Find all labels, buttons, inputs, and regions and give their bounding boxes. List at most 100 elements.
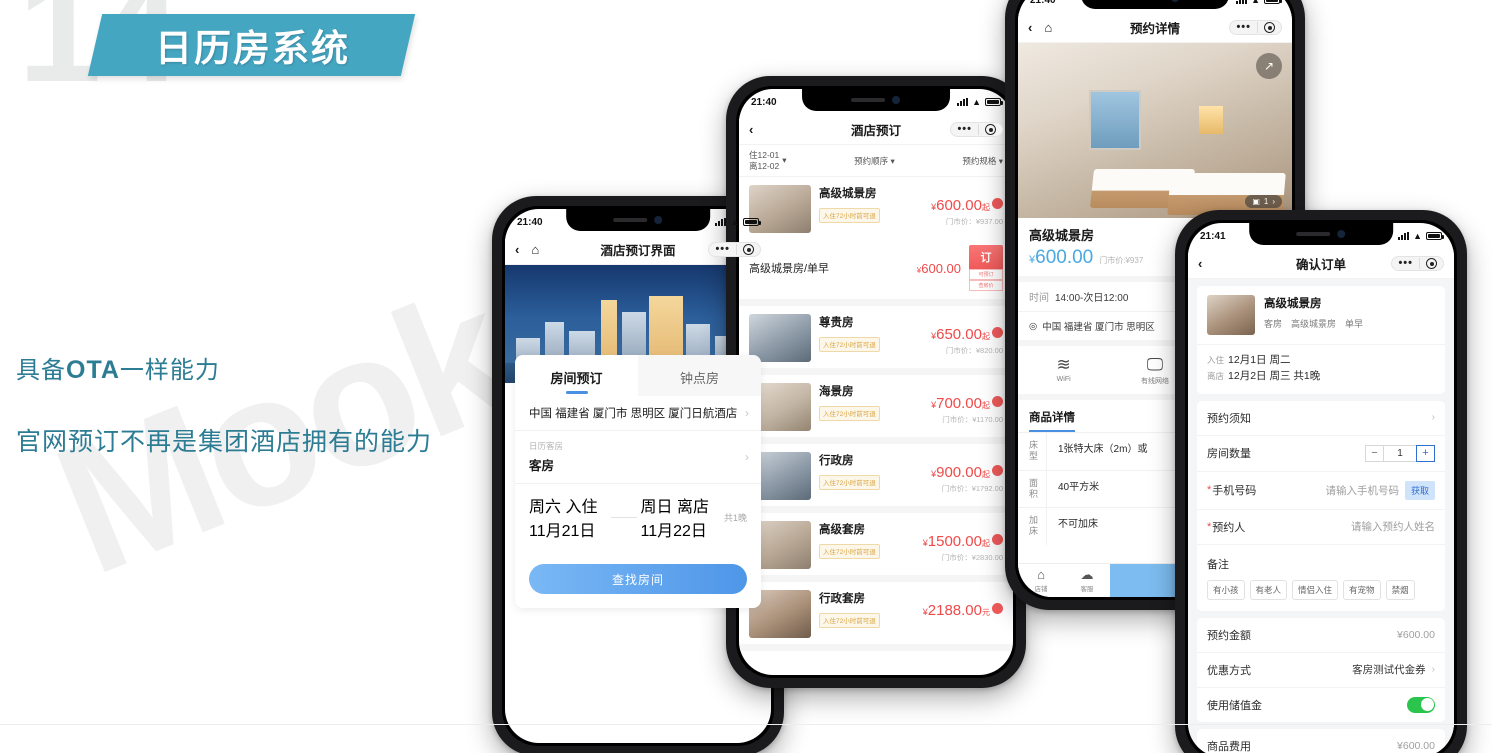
location-row[interactable]: 中国 福建省 厦门市 思明区 厦门日航酒店 › — [515, 396, 761, 430]
discount-value: 客房测试代金券 — [1352, 664, 1426, 677]
tab-product-detail[interactable]: 商品详情 — [1029, 409, 1075, 432]
mini-program-capsule[interactable]: ••• — [1391, 256, 1444, 271]
copy-line-2: 官网预订不再是集团酒店拥有的能力 — [16, 428, 433, 456]
decrement-button[interactable]: − — [1365, 444, 1384, 462]
expand-dot-icon[interactable] — [992, 396, 1003, 408]
roomtype-row[interactable]: 日历客房 客房 › — [515, 430, 761, 483]
discount-row[interactable]: 优惠方式 客房测试代金券 › — [1197, 653, 1445, 688]
more-icon[interactable]: ••• — [1398, 258, 1413, 269]
phone-number-input[interactable]: 请输入手机号码 — [1325, 483, 1399, 498]
expand-dot-icon[interactable] — [992, 327, 1003, 339]
remark-chip-couple[interactable]: 情侣入住 — [1292, 579, 1339, 600]
phone-room-list-screen: 21:40 ▲ ‹ 酒店预订 ••• 住12-01 离12-02 ▾ 预约顺序 … — [726, 76, 1026, 688]
share-icon[interactable]: ↗ — [1256, 53, 1282, 79]
room-tag: 高级城景房 — [1291, 319, 1337, 329]
shop-button[interactable]: ⌂ 店铺 — [1018, 568, 1064, 593]
price-unit: 起 — [982, 332, 990, 342]
room-photo[interactable]: ↗ ▣ 1 › — [1018, 43, 1292, 218]
dates-row[interactable]: 周六 入住 11月21日 周日 离店 11月22日 共1晚 — [515, 483, 761, 550]
book-button-note-1: 可预订 — [969, 269, 1003, 281]
filter-checkin: 住12-01 — [749, 150, 780, 160]
chevron-down-icon: ▾ — [890, 155, 895, 166]
service-icon: ☁ — [1080, 567, 1094, 582]
room-price-block: ¥700.00起 门市价：¥1170.00 — [931, 383, 1003, 431]
shop-icon: ⌂ — [1037, 567, 1045, 582]
list-item[interactable]: 高级套房 入住72小时前可退 ¥1500.00起 门市价：¥2830.00 — [739, 513, 1013, 575]
expand-dot-icon[interactable] — [992, 198, 1003, 210]
copy-line-1-ota: OTA — [66, 356, 120, 384]
roomtype-value: 客房 — [529, 459, 555, 473]
market-price: 门市价：¥1792.00 — [941, 484, 1003, 494]
booking-notice-row[interactable]: 预约须知 › — [1197, 401, 1445, 436]
filter-bar: 住12-01 离12-02 ▾ 预约顺序 ▾ 预约规格 ▾ — [739, 145, 1013, 178]
more-icon[interactable]: ••• — [1236, 22, 1251, 33]
back-icon[interactable]: ‹ — [1198, 256, 1202, 271]
filter-spec-label: 预约规格 — [962, 155, 997, 166]
phone-required-mark: * — [1207, 484, 1212, 497]
speaker — [1296, 232, 1331, 236]
expand-dot-icon[interactable] — [992, 465, 1003, 477]
remark-chip-child[interactable]: 有小孩 — [1207, 579, 1245, 600]
order-room-header[interactable]: 高级城景房 客房 高级城景房 单早 — [1197, 286, 1445, 344]
remark-row: 备注 — [1197, 545, 1445, 578]
expand-dot-icon[interactable] — [992, 534, 1003, 546]
mini-program-capsule[interactable]: ••• — [1229, 20, 1282, 35]
mini-program-capsule[interactable]: ••• — [950, 122, 1003, 137]
list-item[interactable]: 尊贵房 入住72小时前可退 ¥650.00起 门市价：¥820.00 — [739, 306, 1013, 368]
nav-right: ••• — [1229, 20, 1282, 35]
tab-room-booking[interactable]: 房间预订 — [515, 355, 638, 396]
list-item[interactable]: 行政房 入住72小时前可退 ¥900.00起 门市价：¥1792.00 — [739, 444, 1013, 506]
more-icon[interactable]: ••• — [957, 124, 972, 135]
close-target-icon[interactable] — [1264, 22, 1275, 33]
book-button-note-2: 查房价 — [969, 280, 1003, 292]
order-fee-card: 商品费用 ¥600.00 — [1197, 728, 1445, 753]
nav-left: ‹ ⌂ — [515, 242, 539, 257]
service-button[interactable]: ☁ 客服 — [1064, 568, 1110, 593]
booker-name-input[interactable]: 请输入预约人姓名 — [1351, 519, 1435, 534]
list-item[interactable]: 海景房 入住72小时前可退 ¥700.00起 门市价：¥1170.00 — [739, 375, 1013, 437]
chevron-right-icon: › — [1272, 197, 1275, 206]
chevron-right-icon: › — [1431, 664, 1435, 676]
checkout-col[interactable]: 周日 离店 11月22日 — [641, 493, 719, 541]
discount-label: 优惠方式 — [1207, 664, 1251, 677]
expand-dot-icon[interactable] — [992, 603, 1003, 615]
nav-bar: ‹ 确认订单 ••• — [1188, 249, 1454, 279]
quantity-stepper[interactable]: − 1 + — [1365, 444, 1435, 462]
stored-value-toggle[interactable] — [1407, 696, 1435, 713]
copy-line-1-prefix: 具备 — [16, 357, 66, 384]
price-unit: 起 — [982, 539, 990, 549]
home-icon[interactable]: ⌂ — [531, 242, 539, 257]
photo-counter[interactable]: ▣ 1 › — [1245, 195, 1282, 208]
mini-program-capsule[interactable]: ••• — [708, 242, 761, 257]
list-item[interactable]: 高级城景房 入住72小时前可退 ¥600.00起 门市价：¥937.00 — [739, 177, 1013, 239]
checkin-value: 12月1日 周二 — [1228, 354, 1291, 366]
close-target-icon[interactable] — [743, 244, 754, 255]
back-icon[interactable]: ‹ — [1028, 20, 1032, 35]
filter-spec[interactable]: 预约规格 ▾ — [962, 155, 1003, 167]
more-icon[interactable]: ••• — [715, 244, 730, 255]
filter-sort[interactable]: 预约顺序 ▾ — [787, 155, 963, 167]
close-target-icon[interactable] — [985, 124, 996, 135]
get-code-button[interactable]: 获取 — [1404, 480, 1435, 500]
remark-chip-pet[interactable]: 有宠物 — [1343, 579, 1381, 600]
back-icon[interactable]: ‹ — [515, 242, 519, 257]
signal-icon — [1236, 0, 1248, 4]
increment-button[interactable]: + — [1416, 444, 1435, 462]
back-icon[interactable]: ‹ — [749, 122, 753, 137]
tab-hourly-room[interactable]: 钟点房 — [638, 355, 761, 396]
spec-key: 加床 — [1029, 515, 1039, 537]
nav-right: ••• — [950, 122, 1003, 137]
remark-chip-elderly[interactable]: 有老人 — [1249, 579, 1288, 600]
checkin-col[interactable]: 周六 入住 11月21日 — [529, 493, 607, 541]
search-room-button[interactable]: 查找房间 — [529, 564, 747, 594]
remark-chip-nosmoking[interactable]: 禁烟 — [1385, 579, 1415, 600]
price-unit: 元 — [982, 608, 990, 618]
list-item[interactable]: 行政套房 入住72小时前可退 ¥2188.00元 — [739, 582, 1013, 644]
filter-dates[interactable]: 住12-01 离12-02 — [749, 150, 779, 171]
rate-plan-row[interactable]: 高级城景房/单早 ¥600.00 订 可预订 查房价 — [739, 239, 1013, 300]
booking-amount-label: 预约金额 — [1207, 629, 1251, 642]
close-target-icon[interactable] — [1426, 258, 1437, 269]
book-button[interactable]: 订 可预订 查房价 — [969, 245, 1003, 292]
home-icon[interactable]: ⌂ — [1044, 20, 1052, 35]
room-name: 高级套房 — [819, 524, 865, 537]
